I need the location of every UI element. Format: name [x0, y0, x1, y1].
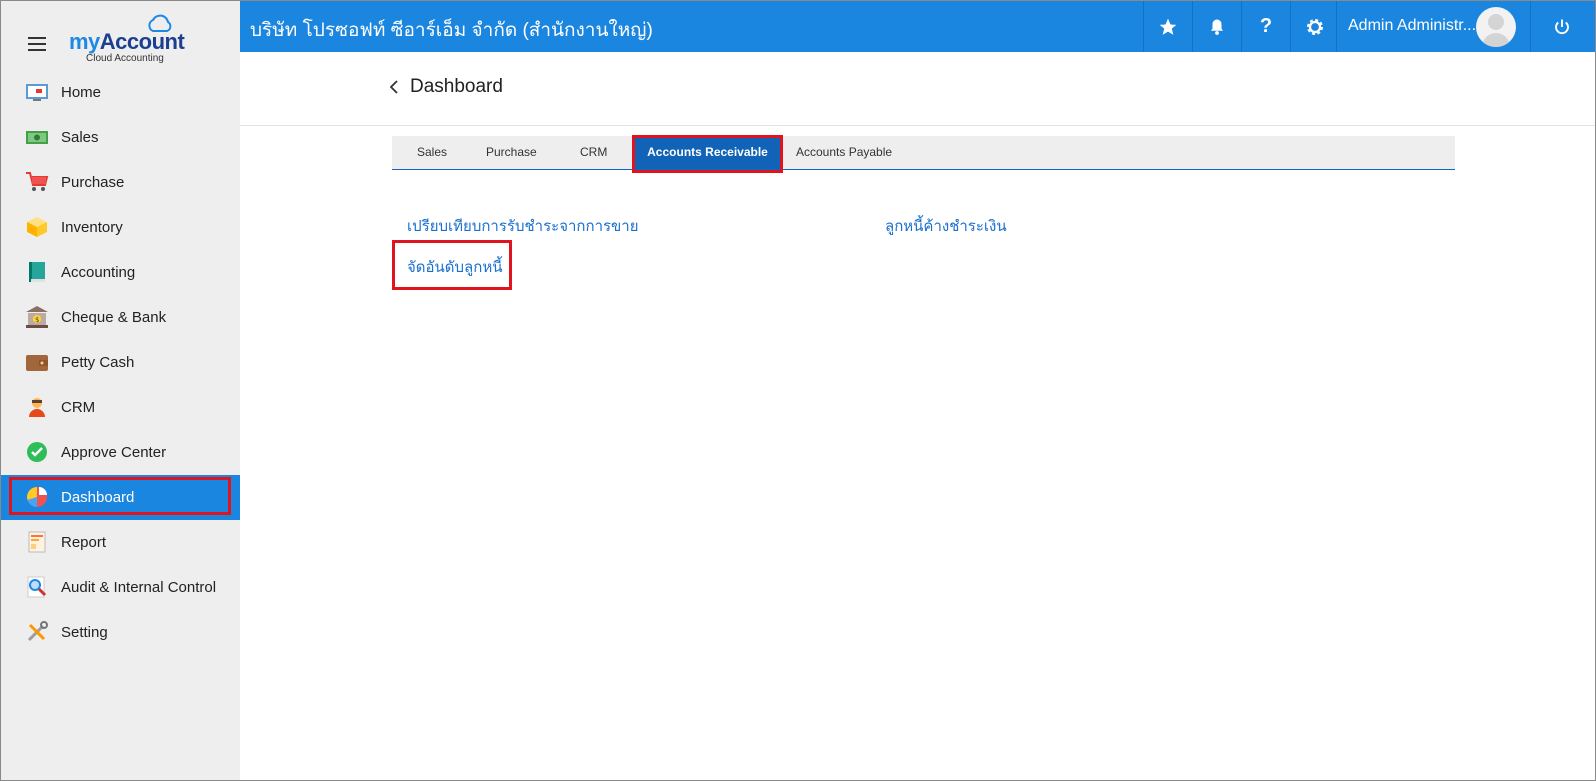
sidebar-item-label: CRM — [61, 399, 96, 416]
tab-accounts-payable[interactable]: Accounts Payable — [796, 136, 892, 169]
help-button[interactable]: ? — [1241, 1, 1290, 52]
sidebar-item-purchase[interactable]: Purchase — [1, 160, 240, 205]
sidebar-item-label: Petty Cash — [61, 354, 135, 371]
link-compare-payment[interactable]: เปรียบเทียบการรับชำระจากการขาย — [407, 214, 639, 238]
sidebar-item-label: Audit & Internal Control — [61, 579, 217, 596]
favorites-button[interactable] — [1143, 1, 1192, 52]
star-icon — [1159, 18, 1177, 35]
box-icon — [27, 217, 47, 237]
link-rank-debtors[interactable]: จัดอันดับลูกหนี้ — [407, 255, 502, 279]
sidebar-item-label: Dashboard — [61, 489, 135, 506]
menu-icon[interactable] — [28, 37, 46, 51]
user-name: Admin Administr... — [1348, 17, 1477, 34]
notifications-button[interactable] — [1192, 1, 1241, 52]
tab-sales[interactable]: Sales — [417, 136, 447, 169]
logo[interactable]: myAccount Cloud Accounting — [69, 13, 189, 65]
magnifier-icon — [27, 576, 47, 598]
tools-icon — [27, 621, 48, 642]
sidebar-item-label: Sales — [61, 129, 99, 146]
sidebar-item-crm[interactable]: CRM — [1, 385, 240, 430]
sidebar-item-report[interactable]: Report — [1, 520, 240, 565]
sidebar-item-audit[interactable]: Audit & Internal Control — [1, 565, 240, 610]
user-avatar-icon — [1482, 14, 1510, 47]
sidebar: myAccount Cloud Accounting Home Sales Pu… — [1, 1, 240, 780]
logout-button[interactable] — [1530, 1, 1593, 52]
people-icon — [29, 398, 45, 417]
tab-accounts-receivable[interactable]: Accounts Receivable — [635, 136, 780, 169]
gear-icon — [1306, 18, 1324, 35]
tab-purchase[interactable]: Purchase — [486, 136, 537, 169]
bell-icon — [1211, 19, 1223, 35]
sidebar-item-label: Cheque & Bank — [61, 309, 167, 326]
settings-button[interactable] — [1290, 1, 1339, 52]
logo-brand: myAccount — [69, 29, 185, 54]
sidebar-item-cheque-bank[interactable]: $ Cheque & Bank — [1, 295, 240, 340]
sidebar-item-label: Setting — [61, 624, 108, 641]
sidebar-item-accounting[interactable]: Accounting — [1, 250, 240, 295]
svg-text:$: $ — [35, 316, 39, 324]
report-icon — [28, 531, 46, 553]
sidebar-item-inventory[interactable]: Inventory — [1, 205, 240, 250]
dashboard-tabs: Sales Purchase CRM Accounts Receivable A… — [392, 136, 1455, 170]
link-outstanding-debtors[interactable]: ลูกหนี้ค้างชำระเงิน — [885, 214, 1007, 238]
sidebar-item-dashboard[interactable]: Dashboard — [1, 475, 240, 520]
logo-subtitle: Cloud Accounting — [86, 53, 164, 64]
bank-icon: $ — [26, 306, 48, 328]
sidebar-item-label: Inventory — [61, 219, 123, 236]
home-icon — [26, 84, 48, 101]
sidebar-item-label: Home — [61, 84, 102, 101]
page-header: Dashboard — [240, 52, 1595, 126]
avatar[interactable] — [1476, 7, 1516, 47]
sidebar-nav: Home Sales Purchase Inventory Accounting… — [1, 70, 240, 655]
money-icon — [26, 131, 48, 144]
sidebar-item-home[interactable]: Home — [1, 70, 240, 115]
sidebar-item-label: Accounting — [61, 264, 136, 281]
sidebar-item-petty-cash[interactable]: Petty Cash — [1, 340, 240, 385]
sidebar-item-label: Approve Center — [61, 444, 167, 461]
sidebar-item-label: Purchase — [61, 174, 125, 191]
power-icon — [1555, 19, 1569, 34]
app-window: myAccount Cloud Accounting Home Sales Pu… — [0, 0, 1596, 781]
sidebar-item-label: Report — [61, 534, 107, 551]
cart-icon — [26, 172, 49, 191]
check-circle-icon — [27, 442, 47, 462]
sidebar-item-sales[interactable]: Sales — [1, 115, 240, 160]
wallet-icon — [26, 355, 48, 371]
company-name: บริษัท โปรซอฟท์ ซีอาร์เอ็ม จำกัด (สำนักง… — [250, 20, 653, 41]
sidebar-item-setting[interactable]: Setting — [1, 610, 240, 655]
pie-chart-icon — [27, 487, 47, 507]
back-chevron-icon[interactable] — [388, 79, 400, 95]
sidebar-item-approve-center[interactable]: Approve Center — [1, 430, 240, 475]
book-icon — [29, 262, 45, 282]
tab-crm[interactable]: CRM — [580, 136, 607, 169]
logo-area: myAccount Cloud Accounting — [1, 1, 240, 71]
help-icon: ? — [1259, 15, 1273, 37]
top-bar: บริษัท โปรซอฟท์ ซีอาร์เอ็ม จำกัด (สำนักง… — [240, 1, 1595, 52]
page-title: Dashboard — [410, 76, 503, 97]
